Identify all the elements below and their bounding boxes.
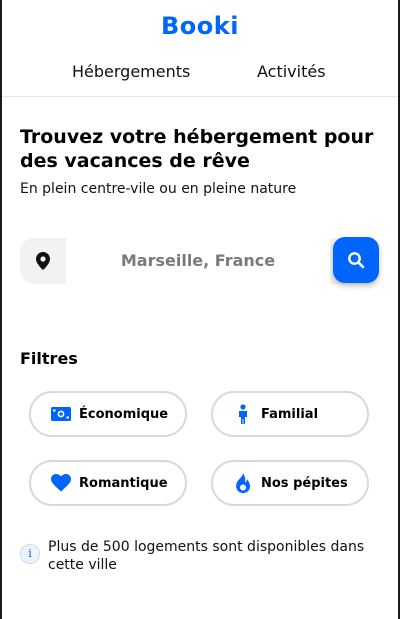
filter-nos-pepites[interactable]: Nos pépites	[211, 460, 369, 506]
filter-label: Économique	[79, 406, 169, 422]
filter-familial[interactable]: Familial	[211, 391, 369, 437]
person-icon	[233, 404, 253, 424]
filter-label: Nos pépites	[261, 475, 348, 491]
money-icon	[51, 404, 71, 424]
filter-romantique[interactable]: Romantique	[29, 460, 187, 506]
logo[interactable]: Booki	[0, 12, 400, 40]
nav-item-hebergements[interactable]: Hébergements	[72, 62, 190, 81]
filter-label: Familial	[261, 406, 319, 422]
filter-economique[interactable]: Économique	[29, 391, 187, 437]
search-icon	[348, 252, 365, 269]
main-nav: Hébergements Activités	[0, 62, 400, 92]
page-subtitle: En plein centre-vile ou en pleine nature	[20, 181, 297, 197]
map-pin-icon	[20, 238, 66, 284]
header-divider	[2, 96, 398, 97]
page-frame	[0, 0, 400, 619]
search-bar	[20, 237, 379, 284]
search-input[interactable]	[66, 238, 330, 284]
heart-icon	[51, 473, 71, 493]
filters-title: Filtres	[20, 349, 78, 368]
search-button[interactable]	[333, 237, 379, 283]
fire-icon	[233, 473, 253, 493]
info-icon: i	[20, 544, 40, 564]
page-title: Trouvez votre hébergement pour des vacan…	[20, 126, 374, 172]
filter-label: Romantique	[79, 475, 168, 491]
nav-item-activites[interactable]: Activités	[257, 62, 326, 81]
info-text: Plus de 500 logements sont disponibles d…	[48, 539, 365, 573]
